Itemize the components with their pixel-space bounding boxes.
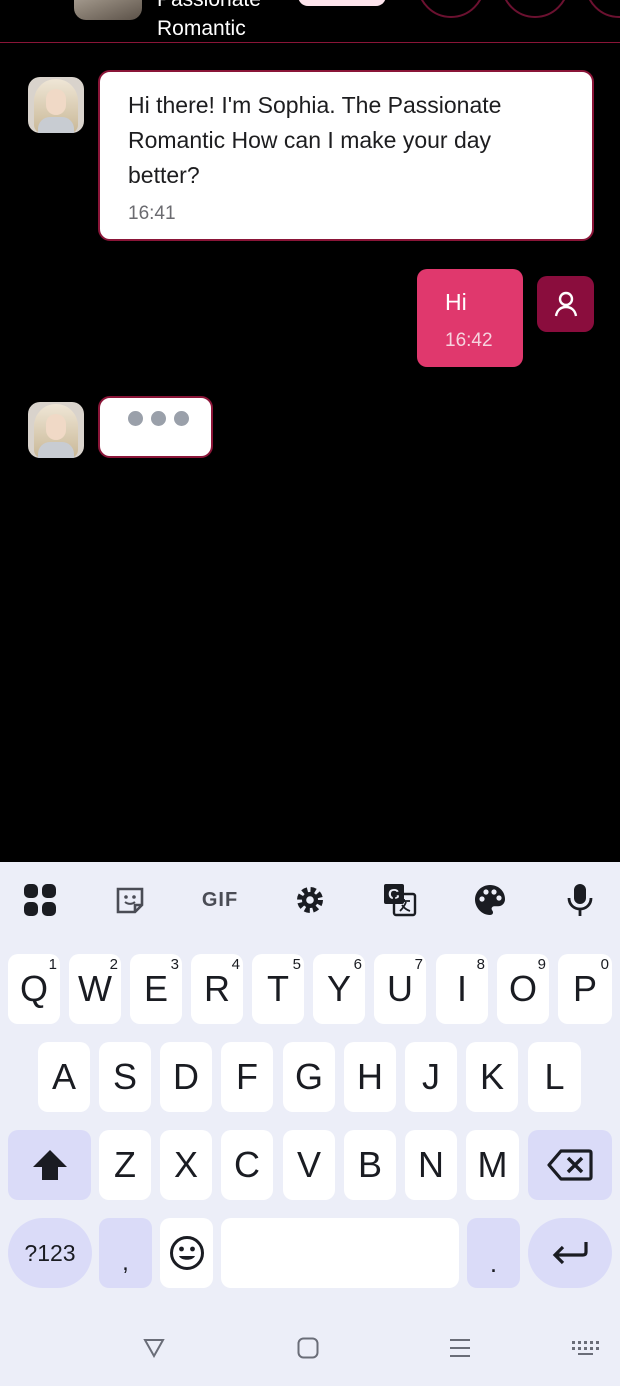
message-text: Hi there! I'm Sophia. The Passionate Rom… (128, 92, 502, 188)
key-d[interactable]: D (160, 1042, 212, 1112)
header-action-button-1[interactable] (417, 0, 485, 18)
typing-indicator (98, 396, 213, 458)
key-s[interactable]: S (99, 1042, 151, 1112)
gif-icon[interactable]: GIF (200, 882, 240, 918)
microphone-icon[interactable] (560, 882, 600, 918)
key-t[interactable]: T5 (252, 954, 304, 1024)
character-avatar[interactable] (74, 0, 142, 20)
message-text: Hi (445, 289, 467, 315)
bot-avatar (28, 77, 84, 133)
bot-avatar (28, 402, 84, 458)
key-k[interactable]: K (466, 1042, 518, 1112)
palette-icon[interactable] (470, 882, 510, 918)
home-icon (297, 1337, 319, 1359)
enter-icon (552, 1242, 588, 1265)
emoji-key[interactable] (160, 1218, 213, 1288)
user-message-bubble: Hi 16:42 (417, 269, 523, 367)
apps-icon[interactable] (20, 882, 60, 918)
backspace-key[interactable] (528, 1130, 612, 1200)
key-r[interactable]: R4 (191, 954, 243, 1024)
space-key[interactable] (221, 1218, 459, 1288)
key-e[interactable]: E3 (130, 954, 182, 1024)
key-u[interactable]: U7 (374, 954, 426, 1024)
recents-icon (450, 1339, 470, 1357)
key-g[interactable]: G (283, 1042, 335, 1112)
key-n[interactable]: N (405, 1130, 457, 1200)
keyboard: GIF G Q1 W2 E3 R4 T5 Y6 U7 I8 O9 P0 A S … (0, 862, 620, 1386)
key-a[interactable]: A (38, 1042, 90, 1112)
header-title-line1: Passionate (157, 0, 261, 12)
back-icon (143, 1339, 165, 1358)
key-w[interactable]: W2 (69, 954, 121, 1024)
key-f[interactable]: F (221, 1042, 273, 1112)
key-z[interactable]: Z (99, 1130, 151, 1200)
key-b[interactable]: B (344, 1130, 396, 1200)
shift-key[interactable] (8, 1130, 91, 1200)
key-y[interactable]: Y6 (313, 954, 365, 1024)
sticker-icon[interactable] (110, 882, 150, 918)
bot-message-bubble: Hi there! I'm Sophia. The Passionate Rom… (98, 70, 594, 241)
key-j[interactable]: J (405, 1042, 457, 1112)
settings-gear-icon[interactable] (290, 882, 330, 918)
enter-key[interactable] (528, 1218, 612, 1288)
shift-icon (32, 1150, 67, 1180)
translate-icon[interactable]: G (380, 882, 420, 918)
key-m[interactable]: M (466, 1130, 519, 1200)
symbols-key[interactable]: ?123 (8, 1218, 92, 1288)
system-nav-bar (0, 1310, 620, 1386)
header-action-button-3[interactable] (585, 0, 620, 18)
period-key[interactable]: . (467, 1218, 520, 1288)
header-title-line2: Romantic (157, 17, 246, 40)
user-icon (554, 291, 577, 317)
key-i[interactable]: I8 (436, 954, 488, 1024)
header-pill-button[interactable] (298, 0, 386, 6)
backspace-icon (547, 1149, 593, 1181)
key-c[interactable]: C (221, 1130, 273, 1200)
chat-header: Passionate Romantic (0, 0, 620, 43)
key-h[interactable]: H (344, 1042, 396, 1112)
header-action-button-2[interactable] (501, 0, 569, 18)
key-p[interactable]: P0 (558, 954, 612, 1024)
key-x[interactable]: X (160, 1130, 212, 1200)
message-time: 16:41 (128, 203, 176, 224)
message-time: 16:42 (445, 330, 493, 351)
comma-key[interactable]: , (99, 1218, 152, 1288)
key-l[interactable]: L (528, 1042, 581, 1112)
typing-dots (128, 411, 189, 426)
key-o[interactable]: O9 (497, 954, 549, 1024)
key-v[interactable]: V (283, 1130, 335, 1200)
key-q[interactable]: Q1 (8, 954, 60, 1024)
emoji-icon (169, 1236, 204, 1270)
keyboard-switch-icon (572, 1341, 599, 1355)
user-avatar (537, 276, 594, 332)
